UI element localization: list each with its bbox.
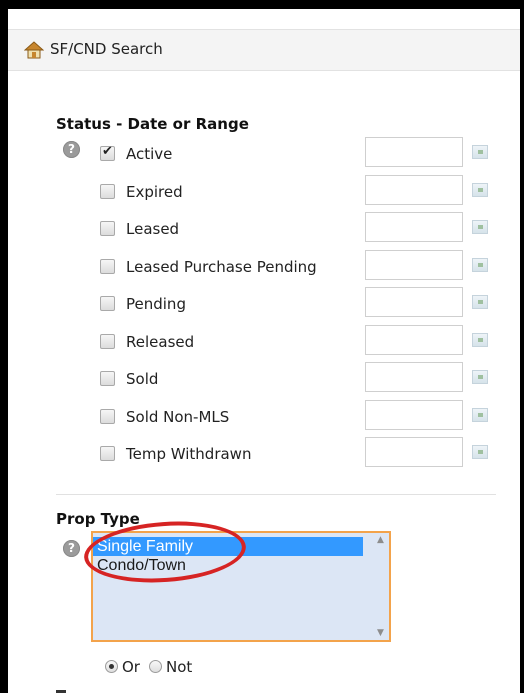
- prop-type-section-title: Prop Type: [56, 510, 140, 528]
- status-checkbox[interactable]: [100, 296, 115, 311]
- status-date-input[interactable]: [365, 287, 463, 317]
- status-label: Pending: [126, 295, 186, 313]
- status-checkbox[interactable]: [100, 371, 115, 386]
- calendar-icon[interactable]: [472, 370, 488, 384]
- or-radio[interactable]: [105, 660, 118, 673]
- status-checkbox[interactable]: [100, 446, 115, 461]
- panel-header: SF/CND Search: [8, 29, 524, 71]
- status-row: Sold Non-MLS: [8, 399, 524, 434]
- status-checkbox[interactable]: ✔: [100, 144, 115, 161]
- status-label: Sold Non-MLS: [126, 407, 230, 426]
- calendar-icon[interactable]: [472, 295, 488, 309]
- listbox-scrollbar[interactable]: ▲ ▼: [373, 533, 389, 640]
- status-label: Sold: [126, 370, 159, 388]
- status-date-input[interactable]: [365, 212, 463, 242]
- status-label: Temp Withdrawn: [126, 445, 252, 463]
- calendar-icon[interactable]: [472, 182, 488, 197]
- section-divider: [56, 494, 496, 495]
- scroll-up-icon[interactable]: ▲: [377, 535, 384, 545]
- status-label: Expired: [126, 182, 183, 201]
- status-date-input[interactable]: [365, 174, 463, 205]
- status-date-input[interactable]: [365, 399, 463, 430]
- status-row: Released: [8, 324, 524, 359]
- calendar-icon[interactable]: [472, 257, 488, 272]
- status-date-input[interactable]: [365, 249, 463, 280]
- or-label: Or: [122, 658, 140, 676]
- status-checkbox[interactable]: [100, 408, 115, 424]
- status-checkbox[interactable]: [100, 333, 115, 349]
- status-row: Leased Purchase Pending: [8, 249, 524, 284]
- search-panel: SF/CND Search Status - Date or Range ? ✔…: [8, 9, 524, 693]
- calendar-icon[interactable]: [472, 332, 488, 347]
- calendar-icon[interactable]: [472, 220, 488, 234]
- status-date-input[interactable]: [365, 137, 463, 167]
- status-date-input[interactable]: [365, 324, 463, 355]
- status-row: Expired: [8, 174, 524, 209]
- window-edge: [520, 0, 524, 693]
- status-checkbox[interactable]: [100, 258, 115, 274]
- status-section-title: Status - Date or Range: [56, 115, 249, 133]
- not-label: Not: [166, 658, 193, 676]
- status-row: Sold: [8, 362, 524, 396]
- status-date-input[interactable]: [365, 437, 463, 467]
- status-label: Active: [126, 145, 173, 163]
- status-row: Temp Withdrawn: [8, 437, 524, 471]
- status-checkbox[interactable]: [100, 221, 115, 236]
- scroll-down-icon[interactable]: ▼: [377, 628, 384, 638]
- home-icon: [24, 41, 44, 59]
- calendar-icon[interactable]: [472, 407, 488, 422]
- page-title: SF/CND Search: [50, 40, 163, 58]
- status-date-input[interactable]: [365, 362, 463, 392]
- status-label: Released: [126, 332, 195, 351]
- help-icon[interactable]: ?: [63, 540, 80, 557]
- status-row: ✔ Active: [8, 137, 524, 171]
- calendar-icon[interactable]: [472, 145, 488, 159]
- status-row: Pending: [8, 287, 524, 321]
- calendar-icon[interactable]: [472, 445, 488, 459]
- status-label: Leased: [126, 220, 180, 238]
- status-checkbox[interactable]: [100, 183, 115, 199]
- status-label: Leased Purchase Pending: [126, 257, 317, 276]
- status-row: Leased: [8, 212, 524, 246]
- not-radio[interactable]: [149, 660, 162, 673]
- checkmark-icon: ✔: [102, 144, 113, 159]
